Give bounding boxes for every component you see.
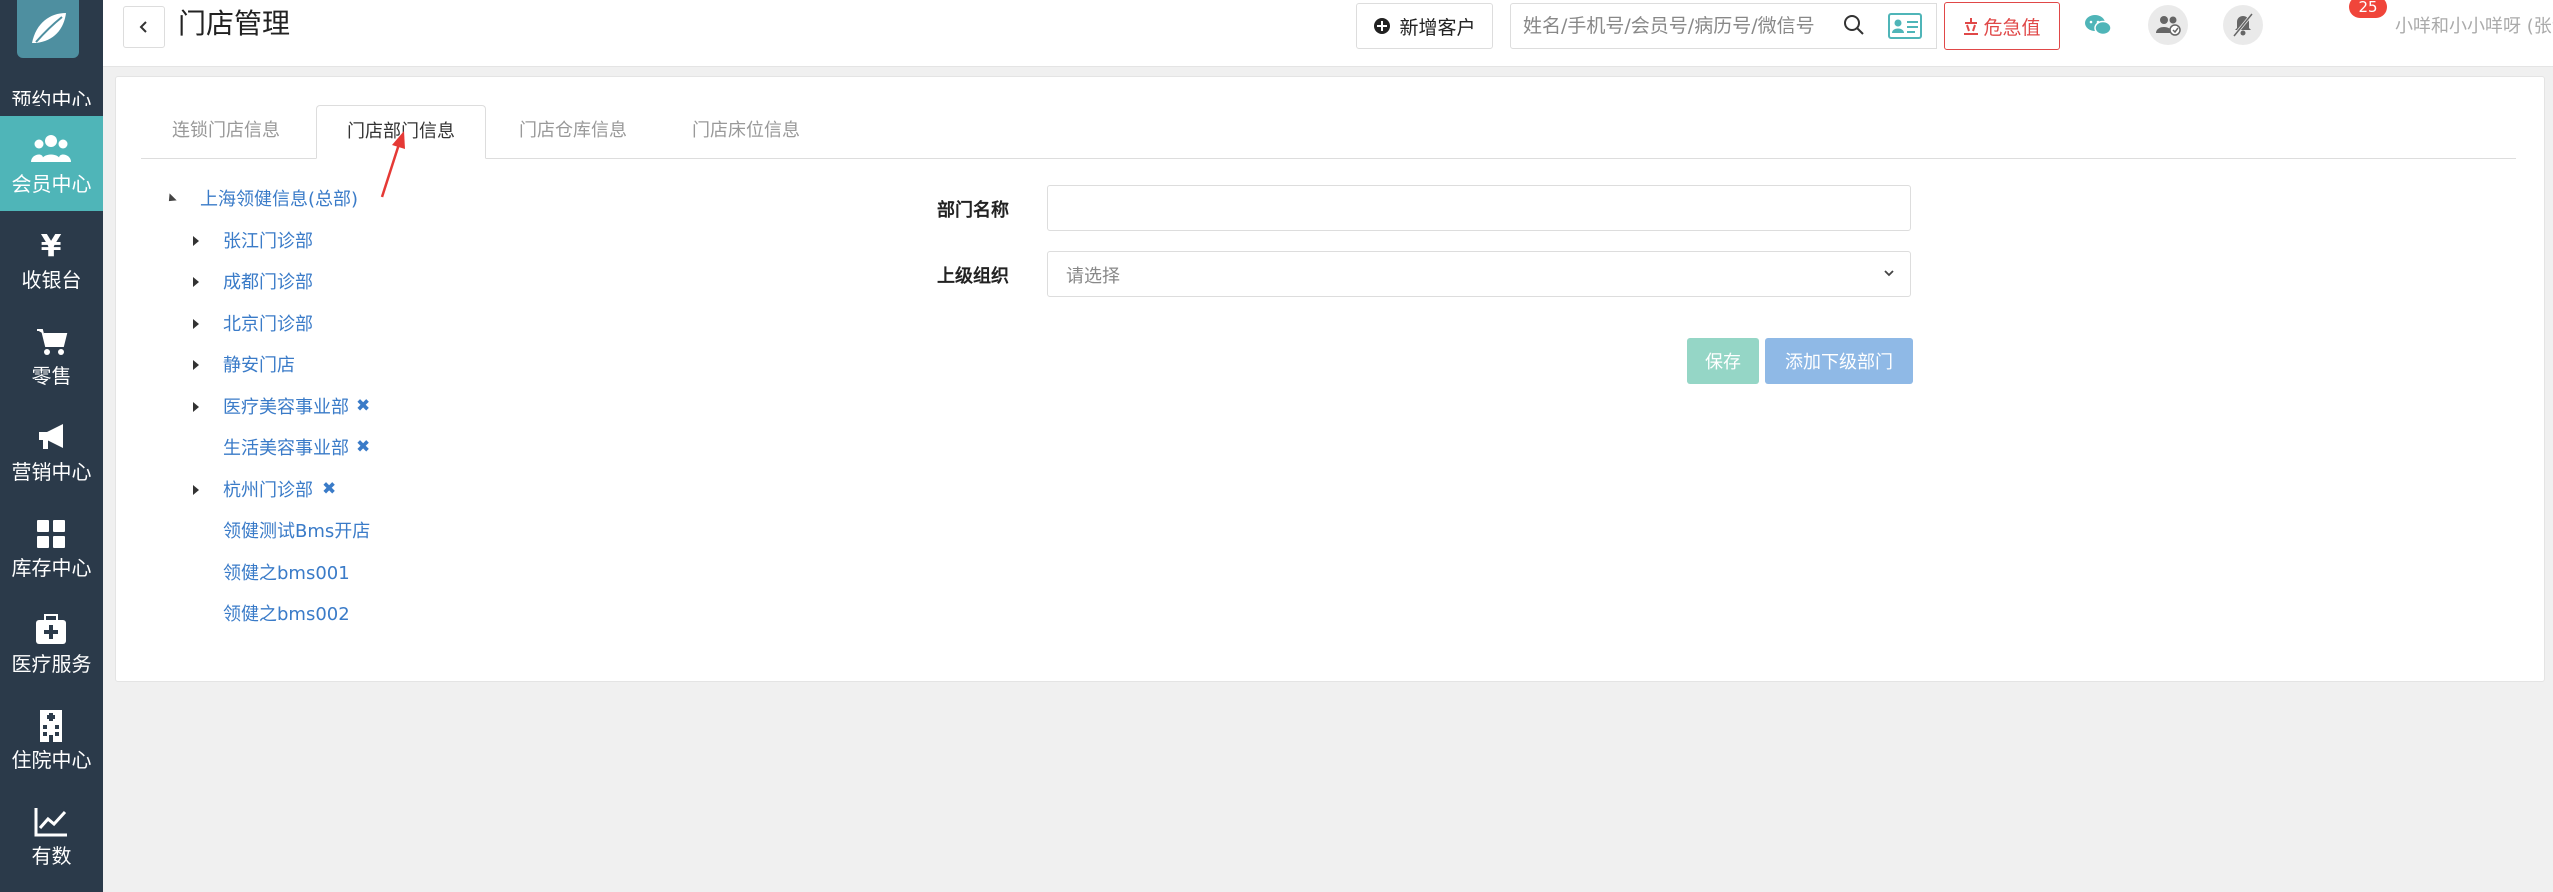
id-card-reader-button[interactable] [1874,3,1937,49]
tab-store-warehouse-info[interactable]: 门店仓库信息 [488,105,658,157]
sidebar: 预约中心 会员中心 ¥ 收银台 零售 营销中心 库存中心 医疗服务 住院中心 有… [0,0,103,892]
medkit-icon [36,614,66,644]
add-customer-button[interactable]: 新增客户 [1356,3,1493,49]
tree-node-root[interactable]: 上海领健信息(总部) [200,188,358,212]
sidebar-item-marketing[interactable]: 营销中心 [0,404,103,499]
current-user-menu[interactable]: 小咩和小小咩呀 (张江门诊部) [2395,12,2553,38]
page-title: 门店管理 [178,7,291,40]
caret-collapsed-icon[interactable] [193,319,199,329]
grid-icon [37,520,65,548]
caret-collapsed-icon[interactable] [193,360,199,370]
sidebar-item-label: 库存中心 [11,556,92,580]
save-button[interactable]: 保存 [1687,338,1759,384]
tree-node[interactable]: 张江门诊部 [223,230,313,254]
sidebar-item-label: 预约中心 [11,88,92,106]
tree-node[interactable]: 医疗美容事业部 [223,396,349,420]
tree-node[interactable]: 生活美容事业部 [223,437,349,461]
notifications-button[interactable] [2223,5,2263,45]
sidebar-item-label: 住院中心 [11,748,92,772]
tree-node[interactable]: 领健之bms001 [223,562,350,586]
user-group-icon [2156,16,2181,36]
sidebar-item-medical[interactable]: 医疗服务 [0,596,103,691]
sidebar-item-retail[interactable]: 零售 [0,308,103,403]
plus-circle-icon [1374,18,1391,34]
wechat-button[interactable] [2078,5,2118,45]
content-panel: 连锁门店信息 门店部门信息 门店仓库信息 门店床位信息 [115,76,2545,682]
add-customer-label: 新增客户 [1399,16,1476,39]
sidebar-item-label: 医疗服务 [11,652,92,676]
id-card-icon [1888,13,1922,39]
tree-node[interactable]: 北京门诊部 [223,313,313,337]
chevron-left-icon [139,21,147,33]
parent-org-placeholder: 请选择 [1066,266,1120,287]
annotation-arrow-icon [380,131,405,198]
add-sub-department-button[interactable]: 添加下级部门 [1765,338,1913,384]
tree-node[interactable]: 领健之bms002 [223,603,350,627]
sidebar-item-label: 零售 [31,364,72,388]
caret-collapsed-icon[interactable] [193,402,199,412]
back-button[interactable] [123,6,165,48]
bell-muted-icon [2232,13,2254,37]
customer-search [1510,3,1876,49]
sidebar-item-appointment[interactable]: 预约中心 [0,76,103,106]
critical-value-button[interactable]: 危急值 [1944,2,2060,50]
cart-icon [37,329,68,355]
sidebar-item-inpatient[interactable]: 住院中心 [0,692,103,787]
user-group-button[interactable] [2148,5,2188,45]
tab-chain-store-info[interactable]: 连锁门店信息 [141,105,311,157]
caret-collapsed-icon[interactable] [193,277,199,287]
delete-x-icon[interactable]: ✖ [356,396,370,416]
leaf-logo-icon [32,13,66,43]
megaphone-icon [39,424,63,449]
sidebar-item-label: 会员中心 [11,172,92,196]
search-icon[interactable] [1843,14,1865,36]
parent-org-label: 上级组织 [937,266,1009,287]
critical-value-label: 危急值 [1983,16,2041,39]
sidebar-item-label: 有数 [31,844,72,868]
tab-bar: 连锁门店信息 门店部门信息 门店仓库信息 门店床位信息 [141,105,2516,159]
critical-value-icon [1964,18,1979,35]
caret-collapsed-icon[interactable] [193,485,199,495]
sidebar-item-member-center[interactable]: 会员中心 [0,116,103,211]
sidebar-item-inventory[interactable]: 库存中心 [0,500,103,595]
notification-count-badge: 25 [2349,0,2387,18]
users-icon [31,135,71,162]
sidebar-item-label: 营销中心 [11,460,92,484]
tab-store-bed-info[interactable]: 门店床位信息 [661,105,831,157]
tree-node[interactable]: 成都门诊部 [223,271,313,295]
tree-node[interactable]: 静安门店 [223,354,295,378]
svg-text:¥: ¥ [41,229,62,264]
delete-x-icon[interactable]: ✖ [356,437,370,457]
tree-node[interactable]: 杭州门诊部 [223,479,313,503]
parent-org-select[interactable]: 请选择 [1047,251,1911,297]
yen-icon: ¥ [41,229,62,264]
sidebar-item-label: 收银台 [21,268,82,292]
search-input[interactable] [1521,4,1825,48]
top-header: 门店管理 新增客户 危急值 [103,0,2553,67]
dept-name-input[interactable] [1047,185,1911,231]
app-logo[interactable] [17,0,79,58]
sidebar-item-cashier[interactable]: ¥ 收银台 [0,212,103,307]
tree-node[interactable]: 领健测试Bms开店 [223,520,370,544]
line-chart-icon [34,808,67,837]
wechat-icon [2085,15,2112,36]
chevron-down-icon [1884,270,1894,277]
sidebar-item-analytics[interactable]: 有数 [0,788,103,883]
caret-collapsed-icon[interactable] [193,236,199,246]
delete-x-icon[interactable]: ✖ [322,479,336,499]
hospital-icon [40,710,62,742]
dept-name-label: 部门名称 [937,200,1009,221]
